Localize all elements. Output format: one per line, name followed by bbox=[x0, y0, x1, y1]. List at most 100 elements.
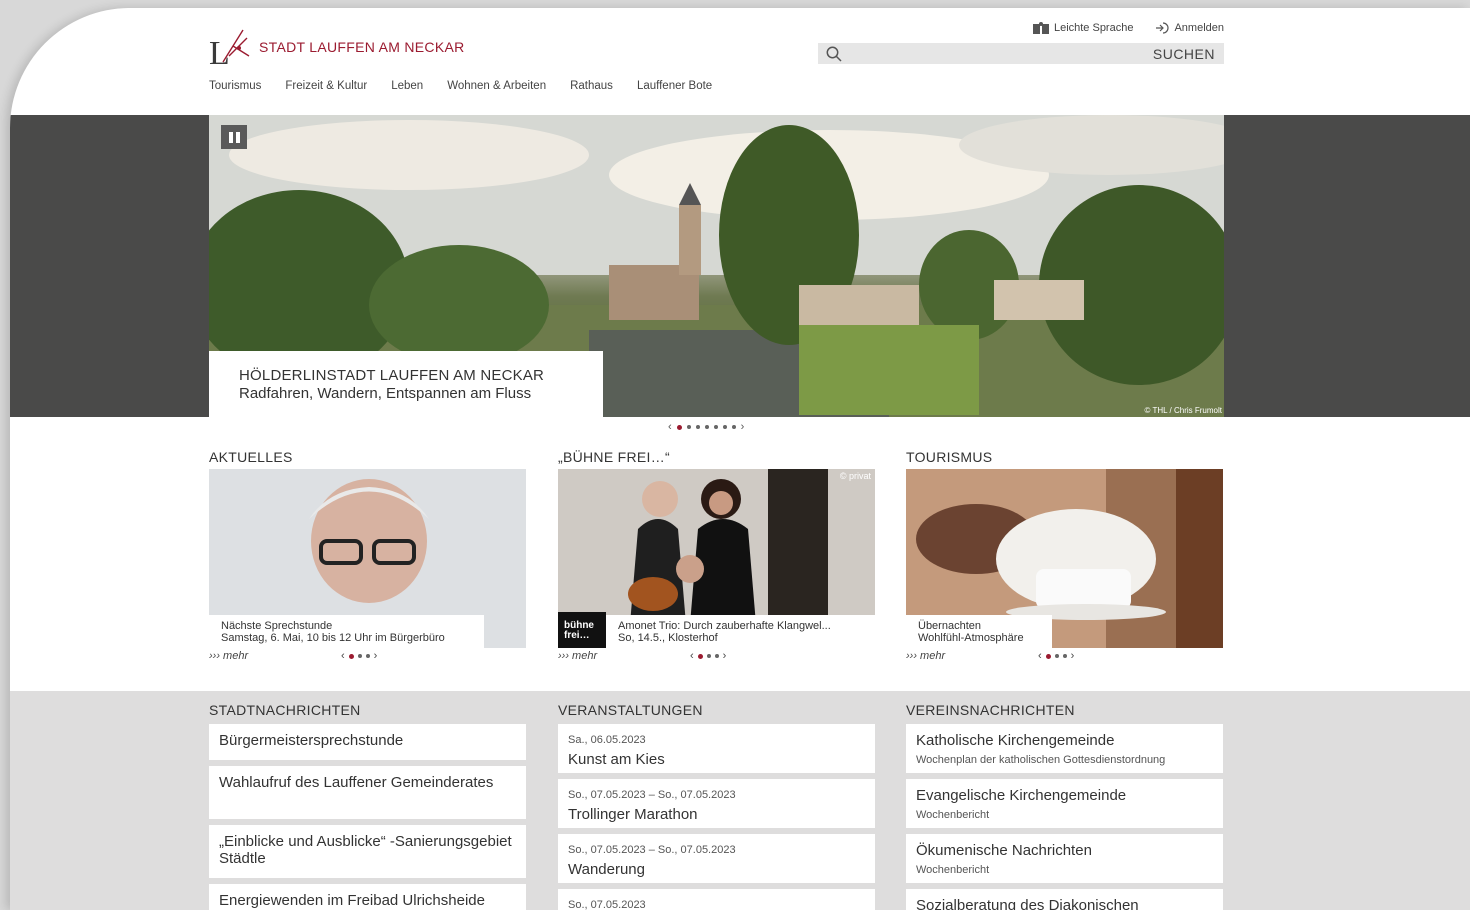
pager-dot[interactable] bbox=[348, 653, 354, 659]
teaser-caption: Amonet Trio: Durch zauberhafte Klangwel.… bbox=[606, 615, 875, 648]
more-label: mehr bbox=[572, 650, 598, 662]
search-icon bbox=[826, 46, 842, 62]
next-icon[interactable]: › bbox=[374, 650, 378, 662]
teaser-footer: ››› mehr ‹ › bbox=[209, 650, 409, 662]
club-card[interactable]: Evangelische Kirchengemeinde Wochenberic… bbox=[906, 779, 1223, 828]
news-card[interactable]: Bürgermeistersprechstunde bbox=[209, 724, 526, 760]
nav-rathaus[interactable]: Rathaus bbox=[570, 80, 613, 92]
hero-caption[interactable]: HÖLDERLINSTADT LAUFFEN AM NECKAR Radfahr… bbox=[209, 351, 603, 417]
nav-tourismus[interactable]: Tourismus bbox=[209, 80, 261, 92]
leichte-sprache-link[interactable]: Leichte Sprache bbox=[1032, 22, 1134, 34]
news-card[interactable]: „Einblicke und Ausblicke“ -Sanierungsgeb… bbox=[209, 825, 526, 878]
club-subtitle: Wochenbericht bbox=[916, 809, 990, 821]
event-title: Kunst am Kies bbox=[568, 751, 665, 768]
more-link[interactable]: ››› mehr bbox=[906, 650, 945, 662]
teaser-heading: TOURISMUS bbox=[906, 449, 993, 465]
pager-dot[interactable] bbox=[697, 653, 703, 659]
club-title: Katholische Kirchengemeinde bbox=[916, 732, 1115, 749]
pager-dot[interactable] bbox=[1054, 654, 1059, 658]
stadtnachrichten-column: STADTNACHRICHTEN Bürgermeistersprechstun… bbox=[209, 702, 526, 910]
pager-dot[interactable] bbox=[357, 654, 362, 658]
teaser-caption-line2: Wohlfühl-Atmosphäre bbox=[918, 632, 1024, 644]
prev-icon[interactable]: ‹ bbox=[690, 650, 694, 662]
teaser-image[interactable]: Übernachten Wohlfühl-Atmosphäre bbox=[906, 469, 1223, 648]
pause-button[interactable] bbox=[221, 125, 247, 149]
teaser-aktuelles: AKTUELLES Nächste Sprechstunde Samstag, … bbox=[209, 449, 526, 662]
leichte-sprache-label: Leichte Sprache bbox=[1053, 22, 1134, 34]
event-date: So., 07.05.2023 bbox=[568, 899, 646, 910]
club-title: Sozialberatung des Diakonischen bbox=[916, 897, 1139, 910]
more-link[interactable]: ››› mehr bbox=[558, 650, 597, 662]
news-title: „Einblicke und Ausblicke“ -Sanierungsgeb… bbox=[219, 833, 512, 867]
login-icon bbox=[1156, 22, 1169, 34]
event-card[interactable]: So., 07.05.2023 – So., 07.05.2023 Wander… bbox=[558, 834, 875, 883]
club-card[interactable]: Sozialberatung des Diakonischen bbox=[906, 889, 1223, 910]
slide-dot[interactable] bbox=[686, 425, 691, 429]
club-card[interactable]: Katholische Kirchengemeinde Wochenplan d… bbox=[906, 724, 1223, 773]
teaser-pager: ‹ › bbox=[690, 650, 726, 662]
teaser-image[interactable]: © privat bühne frei… Amonet Trio: Durch … bbox=[558, 469, 875, 648]
logo-text: STADT LAUFFEN AM NECKAR bbox=[259, 39, 465, 55]
teaser-pager: ‹ › bbox=[341, 650, 377, 662]
hero-pager: ‹ › bbox=[668, 421, 744, 433]
teaser-image[interactable]: Nächste Sprechstunde Samstag, 6. Mai, 10… bbox=[209, 469, 526, 648]
club-card[interactable]: Ökumenische Nachrichten Wochenbericht bbox=[906, 834, 1223, 883]
event-card[interactable]: So., 07.05.2023 bbox=[558, 889, 875, 910]
pager-dot[interactable] bbox=[1062, 654, 1067, 658]
page: L STADT LAUFFEN AM NECKAR Leichte Sprach… bbox=[10, 8, 1470, 910]
nav-wohnen-arbeiten[interactable]: Wohnen & Arbeiten bbox=[447, 80, 546, 92]
svg-text:L: L bbox=[209, 35, 230, 68]
event-title: Wanderung bbox=[568, 861, 645, 878]
more-label: mehr bbox=[920, 650, 946, 662]
event-date: Sa., 06.05.2023 bbox=[568, 734, 646, 746]
news-card[interactable]: Energiewenden im Freibad Ulrichsheide bbox=[209, 884, 526, 910]
event-title: Trollinger Marathon bbox=[568, 806, 698, 823]
pager-dot[interactable] bbox=[714, 654, 719, 658]
utility-links: Leichte Sprache Anmelden bbox=[1032, 22, 1224, 34]
club-title: Evangelische Kirchengemeinde bbox=[916, 787, 1127, 804]
teaser-footer: ››› mehr ‹ › bbox=[558, 650, 758, 662]
prev-icon[interactable]: ‹ bbox=[1038, 650, 1042, 662]
hero-title: HÖLDERLINSTADT LAUFFEN AM NECKAR bbox=[239, 367, 545, 384]
slide-dot[interactable] bbox=[722, 425, 727, 429]
slide-dot[interactable] bbox=[713, 425, 718, 429]
image-credit: © privat bbox=[839, 471, 871, 481]
prev-slide-icon[interactable]: ‹ bbox=[668, 421, 672, 433]
site-logo[interactable]: L STADT LAUFFEN AM NECKAR bbox=[209, 26, 465, 72]
section-heading: VEREINSNACHRICHTEN bbox=[906, 702, 1075, 718]
news-title: Bürgermeistersprechstunde bbox=[219, 732, 404, 749]
section-heading: VERANSTALTUNGEN bbox=[558, 702, 703, 718]
news-card[interactable]: Wahlaufruf des Lauffener Gemeinderates bbox=[209, 766, 526, 819]
nav-freizeit-kultur[interactable]: Freizeit & Kultur bbox=[285, 80, 367, 92]
slide-dot[interactable] bbox=[731, 425, 736, 429]
nav-lauffener-bote[interactable]: Lauffener Bote bbox=[637, 80, 712, 92]
section-heading: STADTNACHRICHTEN bbox=[209, 702, 361, 718]
teaser-tourismus: TOURISMUS Übernachten Wohlfühl-Atmosphär… bbox=[906, 449, 1223, 662]
teaser-caption: Übernachten Wohlfühl-Atmosphäre bbox=[906, 615, 1052, 648]
event-card[interactable]: Sa., 06.05.2023 Kunst am Kies bbox=[558, 724, 875, 773]
next-icon[interactable]: › bbox=[723, 650, 727, 662]
pager-dot[interactable] bbox=[365, 654, 370, 658]
slide-dot[interactable] bbox=[695, 425, 700, 429]
nav-leben[interactable]: Leben bbox=[391, 80, 423, 92]
anmelden-link[interactable]: Anmelden bbox=[1155, 22, 1224, 34]
slide-dot[interactable] bbox=[676, 424, 682, 430]
prev-icon[interactable]: ‹ bbox=[341, 650, 345, 662]
event-date: So., 07.05.2023 – So., 07.05.2023 bbox=[568, 789, 736, 801]
event-date: So., 07.05.2023 – So., 07.05.2023 bbox=[568, 844, 736, 856]
search-input[interactable] bbox=[848, 43, 1153, 64]
veranstaltungen-column: VERANSTALTUNGEN Sa., 06.05.2023 Kunst am… bbox=[558, 702, 875, 910]
club-title: Ökumenische Nachrichten bbox=[916, 842, 1092, 859]
next-slide-icon[interactable]: › bbox=[741, 421, 745, 433]
search-button[interactable]: SUCHEN bbox=[1153, 46, 1215, 62]
slide-dot[interactable] bbox=[704, 425, 709, 429]
pager-dot[interactable] bbox=[706, 654, 711, 658]
teaser-heading: „BÜHNE FREI…“ bbox=[558, 449, 671, 465]
more-link[interactable]: ››› mehr bbox=[209, 650, 248, 662]
teaser-footer: ››› mehr ‹ › bbox=[906, 650, 1106, 662]
more-label: mehr bbox=[223, 650, 249, 662]
club-subtitle: Wochenplan der katholischen Gottesdienst… bbox=[916, 754, 1166, 766]
pager-dot[interactable] bbox=[1045, 653, 1051, 659]
event-card[interactable]: So., 07.05.2023 – So., 07.05.2023 Trolli… bbox=[558, 779, 875, 828]
next-icon[interactable]: › bbox=[1071, 650, 1075, 662]
